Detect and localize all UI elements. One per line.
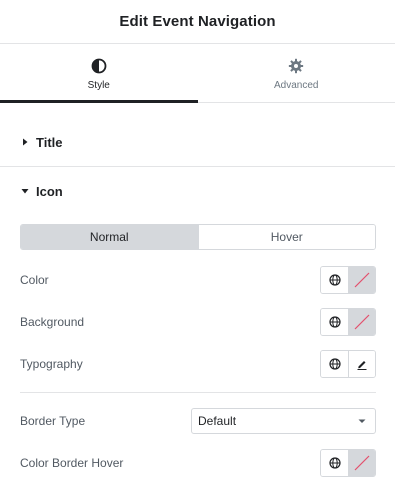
background-control: Background [20,308,376,336]
background-label: Background [20,315,85,329]
border-type-control: Border Type Default [20,407,376,435]
section-title-toggle[interactable]: Title [0,131,395,153]
tab-bar: Style Advanced [0,44,395,103]
chevron-down-icon [358,419,366,423]
state-switcher: Normal Hover [20,224,376,250]
color-border-hover-global-button[interactable] [321,450,348,476]
typography-edit-button[interactable] [348,351,375,377]
empty-swatch-icon [354,272,370,288]
controls-divider [20,392,376,393]
color-border-hover-control-buttons [320,449,376,477]
section-icon-label: Icon [36,183,63,199]
globe-icon [328,274,341,286]
color-border-hover-label: Color Border Hover [20,456,124,470]
border-type-label: Border Type [20,414,86,428]
globe-icon [328,316,341,328]
tab-advanced-label: Advanced [274,80,319,91]
section-icon-toggle[interactable]: Icon [0,180,395,202]
background-swatch-button[interactable] [348,309,375,335]
tab-advanced[interactable]: Advanced [198,44,395,102]
tab-style[interactable]: Style [0,44,198,103]
panel-title: Edit Event Navigation [119,13,276,30]
section-separator [0,166,395,167]
gear-icon [289,58,304,74]
border-type-value: Default [198,414,237,428]
empty-swatch-icon [354,455,370,471]
background-global-button[interactable] [321,309,348,335]
color-border-hover-control: Color Border Hover [20,449,376,477]
color-control: Color [20,266,376,294]
typography-global-button[interactable] [321,351,348,377]
color-label: Color [20,273,49,287]
panel-header: Edit Event Navigation [0,0,395,44]
border-type-select[interactable]: Default [191,408,376,434]
typography-control: Typography [20,350,376,378]
color-border-hover-swatch-button[interactable] [348,450,375,476]
normal-tab-button[interactable]: Normal [21,225,198,249]
globe-icon [328,358,341,370]
caret-right-icon [23,138,28,146]
color-global-button[interactable] [321,267,348,293]
globe-icon [328,457,341,469]
typography-control-buttons [320,350,376,378]
empty-swatch-icon [354,314,370,330]
half-circle-icon [91,58,107,74]
color-swatch-button[interactable] [348,267,375,293]
color-control-buttons [320,266,376,294]
hover-tab-button[interactable]: Hover [197,225,375,249]
typography-label: Typography [20,357,83,371]
background-control-buttons [320,308,376,336]
section-title-label: Title [36,134,63,150]
tab-style-label: Style [87,80,110,91]
pencil-icon [357,361,367,370]
caret-down-icon [21,189,29,194]
